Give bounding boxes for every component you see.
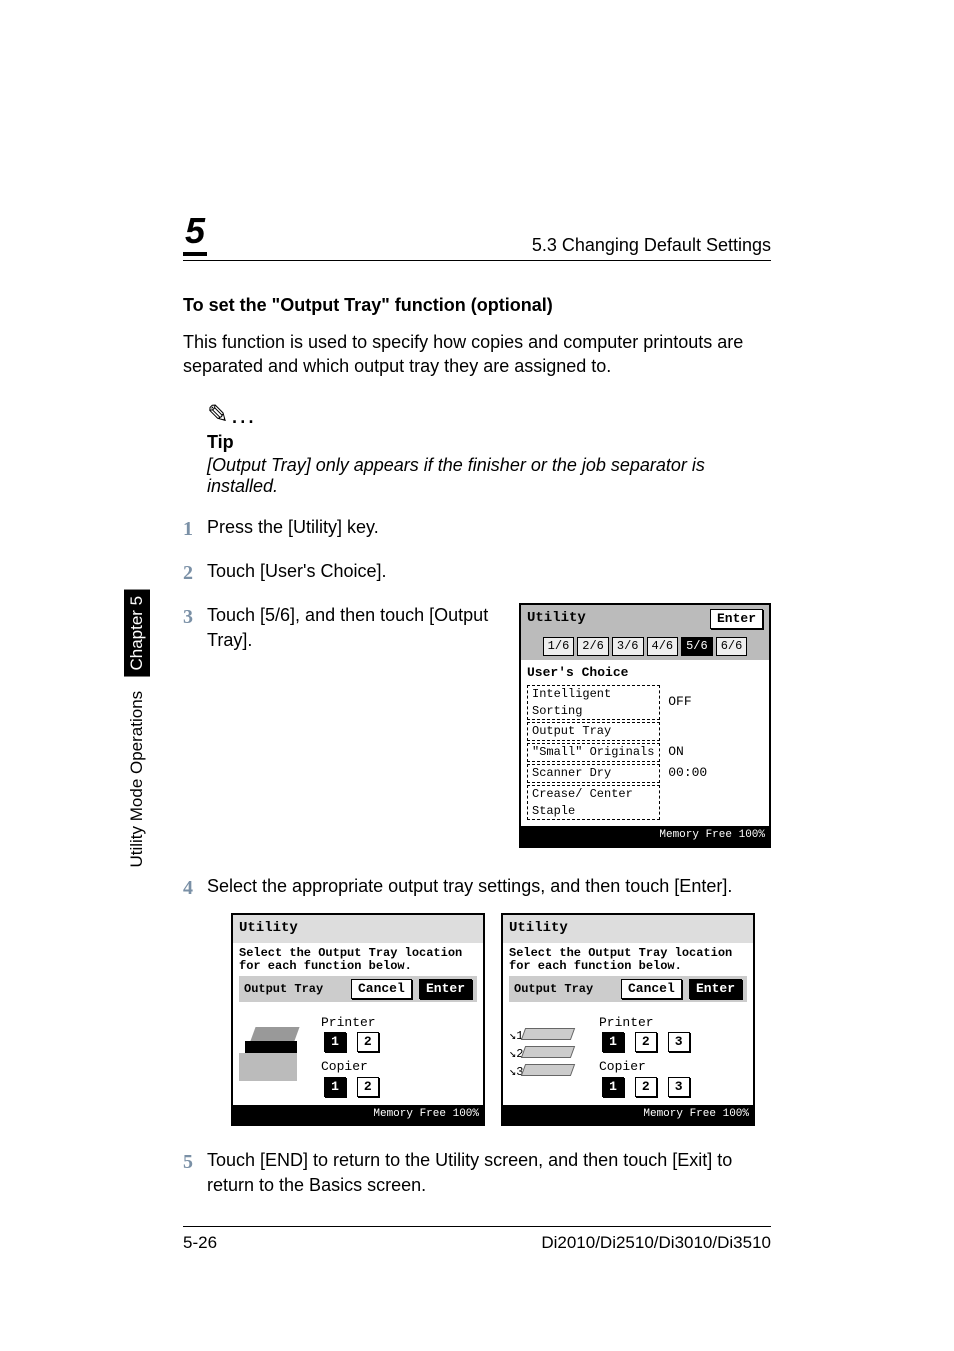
printer-tray-3[interactable]: 3 xyxy=(668,1032,690,1052)
step-1-text: Press the [Utility] key. xyxy=(207,515,771,540)
chapter-number: 5 xyxy=(183,210,207,256)
row-value: OFF xyxy=(660,693,763,711)
step-number: 4 xyxy=(183,874,207,902)
row-scanner-dry[interactable]: Scanner Dry xyxy=(527,764,660,783)
copier-tray-3[interactable]: 3 xyxy=(668,1077,690,1097)
step-number: 3 xyxy=(183,603,207,631)
tab-2-6[interactable]: 2/6 xyxy=(577,637,609,656)
row-value: ON xyxy=(660,743,763,761)
section-title: 5.3 Changing Default Settings xyxy=(532,235,771,256)
step-number: 1 xyxy=(183,515,207,543)
enter-button[interactable]: Enter xyxy=(710,609,763,629)
printer-label: Printer xyxy=(321,1015,376,1030)
tip-block: ✎… Tip [Output Tray] only appears if the… xyxy=(207,399,771,497)
row-value: 00:00 xyxy=(660,764,763,782)
screen-title: Utility xyxy=(239,919,298,939)
copier-tray-2[interactable]: 2 xyxy=(357,1077,379,1097)
utility-screen-5of6: Utility Enter 1/6 2/6 3/6 4/6 5/6 6/6 Us… xyxy=(519,603,771,848)
model-label: Di2010/Di2510/Di3010/Di3510 xyxy=(541,1233,771,1253)
tab-3-6[interactable]: 3/6 xyxy=(612,637,644,656)
tip-text: [Output Tray] only appears if the finish… xyxy=(207,455,771,497)
memory-free-label: Memory Free 100% xyxy=(503,1105,753,1124)
cancel-button[interactable]: Cancel xyxy=(351,979,412,999)
tab-1-6[interactable]: 1/6 xyxy=(543,637,575,656)
step-number: 2 xyxy=(183,559,207,587)
users-choice-label: User's Choice xyxy=(527,664,763,682)
screen-message: Select the Output Tray location for each… xyxy=(239,947,477,973)
row-small-originals[interactable]: "Small" Originals xyxy=(527,743,660,762)
output-tray-screen-3tray: Utility Select the Output Tray location … xyxy=(501,913,755,1126)
enter-button[interactable]: Enter xyxy=(689,979,742,999)
step-4-text: Select the appropriate output tray setti… xyxy=(207,876,732,896)
output-tray-screen-2tray: Utility Select the Output Tray location … xyxy=(231,913,485,1126)
step-3-text: Touch [5/6], and then touch [Output Tray… xyxy=(207,603,509,653)
memory-free-label: Memory Free 100% xyxy=(233,1105,483,1124)
side-tab: Utility Mode Operations Chapter 5 xyxy=(124,590,150,868)
printer-tray-2[interactable]: 2 xyxy=(357,1032,379,1052)
side-tab-chapter: Chapter 5 xyxy=(124,590,150,677)
output-tray-label: Output Tray xyxy=(514,981,593,998)
copier-label: Copier xyxy=(599,1059,646,1074)
page-tabs: 1/6 2/6 3/6 4/6 5/6 6/6 xyxy=(521,633,769,660)
pencil-icon: ✎… xyxy=(207,399,771,430)
memory-free-label: Memory Free 100% xyxy=(521,826,769,845)
printer-label: Printer xyxy=(599,1015,654,1030)
screen-title: Utility xyxy=(509,919,568,939)
row-output-tray[interactable]: Output Tray xyxy=(527,722,660,741)
output-tray-label: Output Tray xyxy=(244,981,323,998)
tab-5-6[interactable]: 5/6 xyxy=(681,637,713,656)
tip-label: Tip xyxy=(207,432,771,453)
side-tab-text: Utility Mode Operations xyxy=(127,691,146,868)
intro-paragraph: This function is used to specify how cop… xyxy=(183,330,771,379)
step-5-text: Touch [END] to return to the Utility scr… xyxy=(207,1148,771,1198)
copier-label: Copier xyxy=(321,1059,368,1074)
device-icon: ↘1 ↘2 ↘3 xyxy=(509,1026,587,1084)
tab-4-6[interactable]: 4/6 xyxy=(647,637,679,656)
printer-tray-2[interactable]: 2 xyxy=(635,1032,657,1052)
page-number: 5-26 xyxy=(183,1233,217,1253)
row-intelligent-sorting[interactable]: Intelligent Sorting xyxy=(527,685,660,721)
step-number: 5 xyxy=(183,1148,207,1176)
copier-tray-2[interactable]: 2 xyxy=(635,1077,657,1097)
device-icon xyxy=(239,1027,309,1083)
cancel-button[interactable]: Cancel xyxy=(621,979,682,999)
printer-tray-1[interactable]: 1 xyxy=(324,1032,346,1052)
topic-heading: To set the "Output Tray" function (optio… xyxy=(183,295,771,316)
copier-tray-1[interactable]: 1 xyxy=(602,1077,624,1097)
screen-message: Select the Output Tray location for each… xyxy=(509,947,747,973)
tab-6-6[interactable]: 6/6 xyxy=(716,637,748,656)
step-2-text: Touch [User's Choice]. xyxy=(207,559,771,584)
printer-tray-1[interactable]: 1 xyxy=(602,1032,624,1052)
copier-tray-1[interactable]: 1 xyxy=(324,1077,346,1097)
screen-title: Utility xyxy=(527,609,586,629)
row-crease-staple[interactable]: Crease/ Center Staple xyxy=(527,785,660,821)
enter-button[interactable]: Enter xyxy=(419,979,472,999)
